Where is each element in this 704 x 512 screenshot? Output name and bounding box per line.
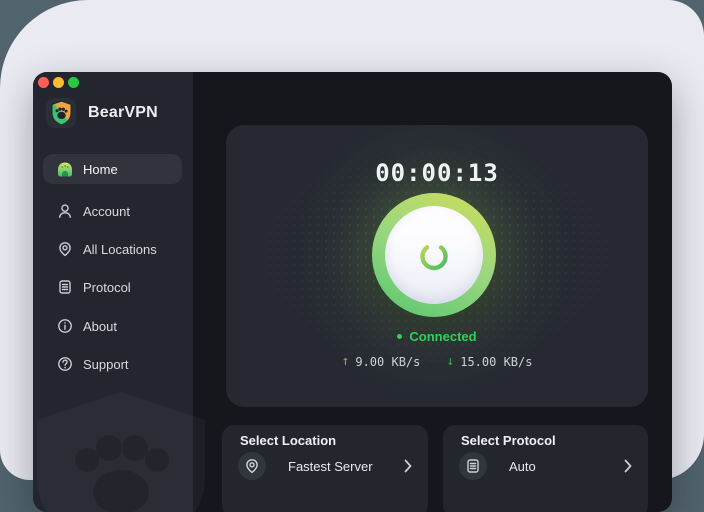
sidebar-item-label: Home xyxy=(83,162,118,177)
account-icon xyxy=(56,203,73,220)
status-dot xyxy=(397,334,402,339)
sidebar-item-label: About xyxy=(83,319,117,334)
bear-shield-icon xyxy=(50,100,73,126)
home-icon xyxy=(56,161,73,178)
sidebar-item-protocol[interactable]: Protocol xyxy=(43,272,182,302)
card-title: Select Protocol xyxy=(461,433,556,448)
select-protocol-card: Select Protocol Auto xyxy=(443,425,648,512)
zoom-button[interactable] xyxy=(68,77,79,88)
status-label: Connected xyxy=(409,329,476,344)
protocol-doc-icon xyxy=(465,458,481,474)
app-logo-row: BearVPN xyxy=(46,98,158,128)
select-location-card: Select Location Fastest Server xyxy=(222,425,428,512)
sidebar-item-about[interactable]: About xyxy=(43,311,182,341)
sidebar: BearVPN Home xyxy=(33,72,193,512)
location-pin-icon xyxy=(244,458,260,474)
sidebar-item-account[interactable]: Account xyxy=(43,196,182,226)
sidebar-item-support[interactable]: Support xyxy=(43,349,182,379)
window-controls xyxy=(38,77,79,88)
sidebar-item-home[interactable]: Home xyxy=(43,154,182,184)
sidebar-item-all-locations[interactable]: All Locations xyxy=(43,234,182,264)
upload-value: 9.00 KB/s xyxy=(355,355,420,369)
protocol-selector[interactable]: Auto xyxy=(443,452,648,480)
protocol-value: Auto xyxy=(509,459,624,474)
app-window: BearVPN Home xyxy=(33,72,672,512)
chevron-right-icon xyxy=(404,459,412,473)
protocol-chip xyxy=(459,452,487,480)
card-title: Select Location xyxy=(240,433,336,448)
power-icon xyxy=(414,235,454,275)
download-arrow-icon: ↓ xyxy=(446,354,454,369)
info-icon xyxy=(56,318,73,335)
location-chip xyxy=(238,452,266,480)
power-button-inner xyxy=(385,206,483,304)
app-logo xyxy=(46,98,76,128)
question-icon xyxy=(56,356,73,373)
sidebar-item-label: All Locations xyxy=(83,242,157,257)
session-timer: 00:00:13 xyxy=(226,159,648,187)
paw-watermark-icon xyxy=(33,388,221,512)
download-value: 15.00 KB/s xyxy=(460,355,532,369)
connection-status: Connected xyxy=(226,329,648,344)
app-name: BearVPN xyxy=(88,104,158,122)
close-button[interactable] xyxy=(38,77,49,88)
sidebar-item-label: Support xyxy=(83,357,129,372)
location-pin-icon xyxy=(56,241,73,258)
sidebar-item-label: Protocol xyxy=(83,280,131,295)
speed-readout: ↑ 9.00 KB/s ↓ 15.00 KB/s xyxy=(226,354,648,369)
upload-speed: ↑ 9.00 KB/s xyxy=(342,354,421,369)
upload-arrow-icon: ↑ xyxy=(342,354,350,369)
download-speed: ↓ 15.00 KB/s xyxy=(446,354,532,369)
minimize-button[interactable] xyxy=(53,77,64,88)
location-value: Fastest Server xyxy=(288,459,404,474)
power-button[interactable] xyxy=(372,193,496,317)
protocol-doc-icon xyxy=(56,279,73,296)
connection-panel: 00:00:13 Connected ↑ 9.00 KB/s xyxy=(226,125,648,407)
location-selector[interactable]: Fastest Server xyxy=(222,452,428,480)
sidebar-item-label: Account xyxy=(83,204,130,219)
chevron-right-icon xyxy=(624,459,632,473)
